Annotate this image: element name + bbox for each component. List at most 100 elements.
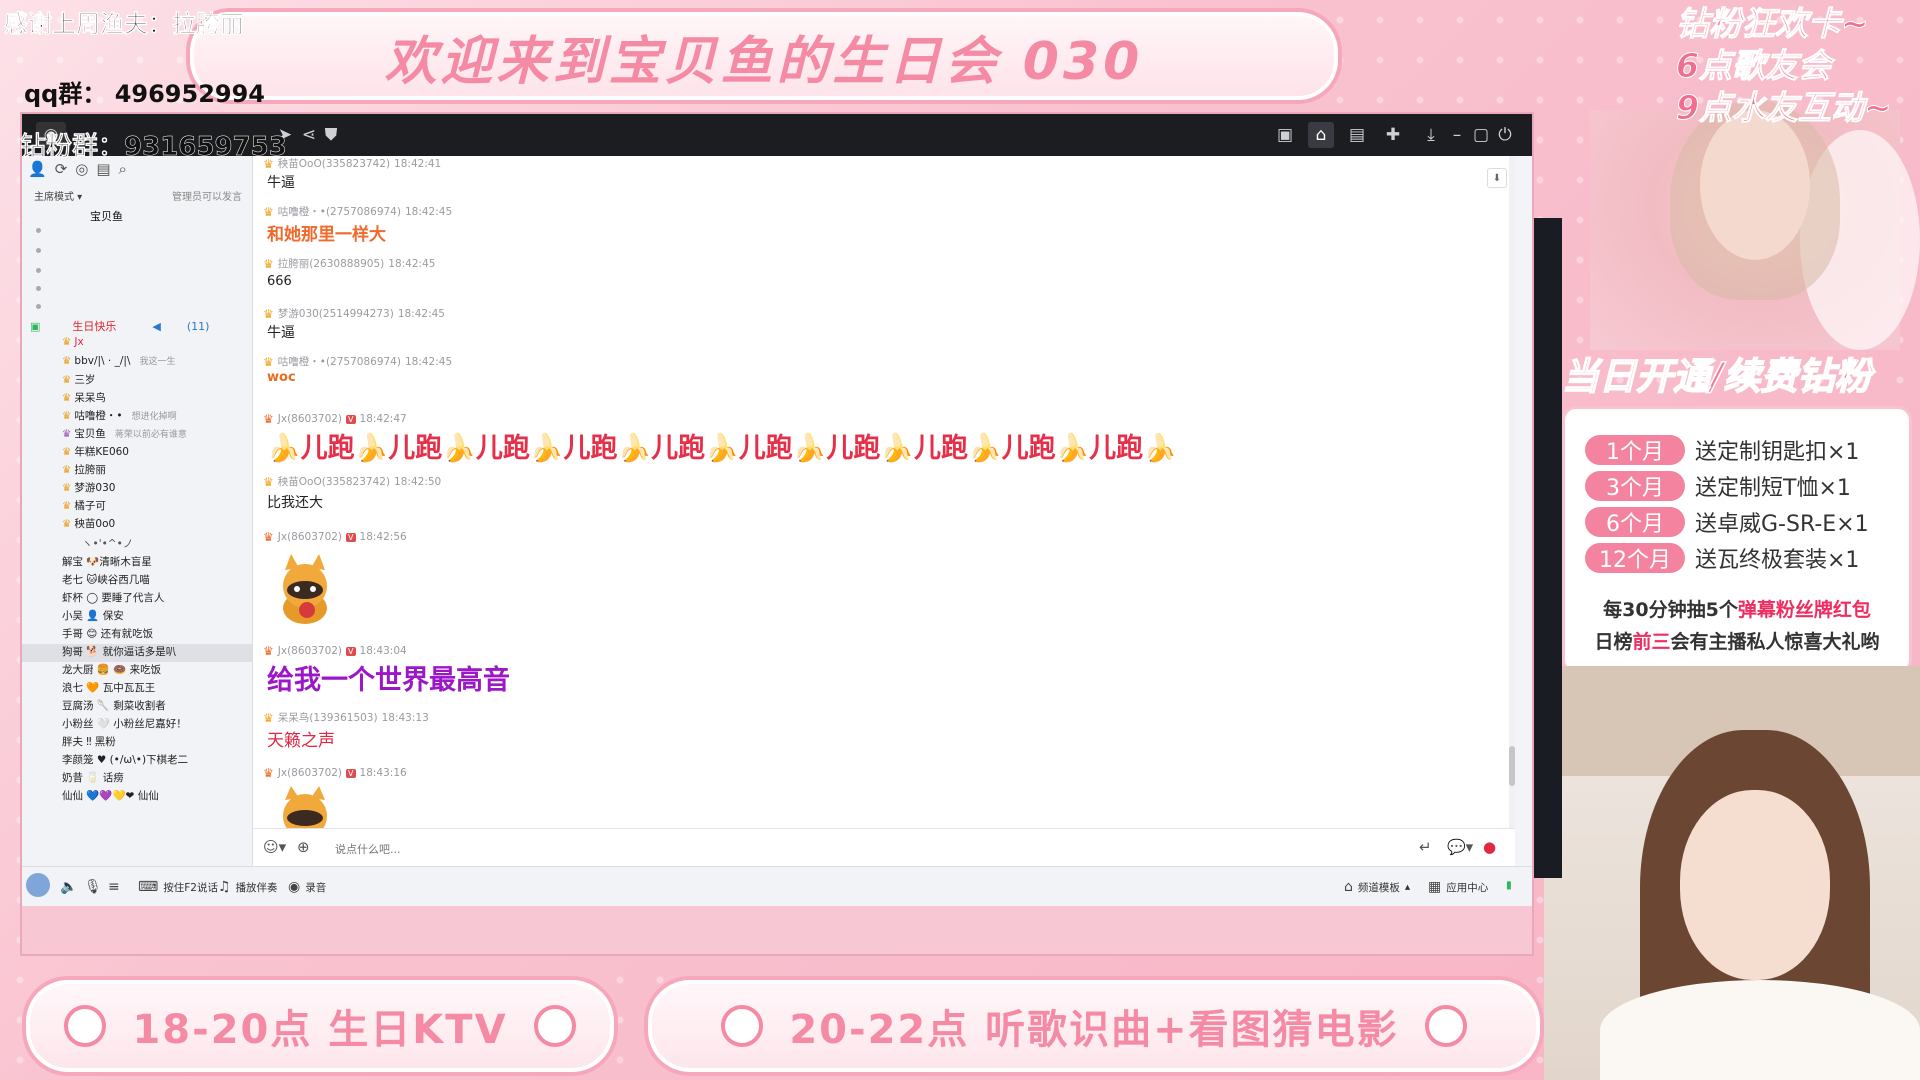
message-user[interactable]: Jx(8603702): [278, 645, 342, 657]
lobby-member[interactable]: 豆腐汤 🥄 剩菜收割者: [62, 698, 166, 713]
message-time: 18:42:50: [394, 475, 442, 488]
scroll-thumb[interactable]: [1509, 746, 1515, 786]
channel-user[interactable]: ♛ 拉胯丽: [62, 462, 106, 477]
download-icon[interactable]: ⤓: [1418, 122, 1444, 148]
shield-icon[interactable]: ⛊: [318, 122, 344, 148]
video-icon[interactable]: ▣: [1272, 122, 1298, 148]
lobby-member[interactable]: 仙仙 💙💜💛❤ 仙仙: [62, 788, 159, 803]
channel-user[interactable]: ♛ 秧苗0o0: [62, 516, 115, 531]
channel-user[interactable]: ♛ Jx: [62, 336, 84, 348]
crown-icon: ♛: [62, 354, 72, 367]
reward-text: 送卓威G-SR-E×1: [1695, 512, 1869, 537]
channel-user[interactable]: ♛ 橘子可: [62, 498, 106, 513]
lobby-member[interactable]: 狗哥 🐕 就你逼话多是叭: [62, 644, 176, 659]
apps-icon: ▦: [1428, 879, 1442, 895]
speak-permission-text: 管理员可以发言: [172, 192, 242, 203]
send-icon[interactable]: ↵: [1419, 838, 1432, 856]
channel-user[interactable]: ♛ 呆呆鸟: [62, 390, 106, 405]
host-name[interactable]: 宝贝鱼: [90, 208, 123, 224]
lobby-member[interactable]: 老七 🐱峡谷西几喵: [62, 572, 150, 587]
message-time: 18:42:45: [404, 205, 453, 218]
message-user[interactable]: 咕噜橙・•(2757086974): [278, 204, 401, 219]
home-icon[interactable]: ⌂: [1308, 122, 1334, 148]
scroll-to-bottom-button[interactable]: ⬇: [1487, 168, 1507, 188]
message-user[interactable]: Jx(8603702): [278, 531, 342, 543]
channel-user[interactable]: ♛ 年糕KE060: [62, 444, 129, 459]
chat-scrollbar[interactable]: [1509, 156, 1515, 828]
seat-dot: [36, 268, 41, 273]
channel-name: 生日快乐: [72, 320, 117, 333]
lobby-member[interactable]: 奶昔 🥛 话痨: [62, 770, 124, 785]
message-user[interactable]: 咕噜橙・•(2757086974): [278, 354, 401, 369]
lobby-member[interactable]: 浪七 🧡 瓦中瓦瓦王: [62, 680, 155, 695]
avatar[interactable]: [26, 873, 50, 897]
power-icon[interactable]: ⏻: [1492, 122, 1518, 148]
push-to-talk-label: 按住F2说话: [163, 881, 218, 894]
lobby-member[interactable]: 手哥 😊 还有就吃饭: [62, 626, 153, 641]
chairman-mode-select[interactable]: 主席模式 ▾: [34, 188, 82, 203]
lobby-member[interactable]: 解宝 🐶清晰木盲星: [62, 554, 152, 569]
crown-icon: ♛: [62, 336, 72, 348]
emoji-icon[interactable]: ☺▾: [263, 838, 286, 856]
minimize-icon[interactable]: –: [1444, 122, 1470, 148]
chat-options-icon[interactable]: 💬▾: [1447, 838, 1473, 856]
channel-birthday[interactable]: ▣ 生日快乐 ◀ (11): [30, 318, 209, 334]
message-meta: ♛ 拉胯丽(2630888905) 18:42:45: [263, 256, 435, 271]
message-text: 牛逼: [267, 175, 295, 191]
lobby-member[interactable]: 龙大厨 🍔 🍩 来吃饭: [62, 662, 161, 677]
lobby-member[interactable]: 李颜笼 ♥ (•/ω\•)下棋老二: [62, 752, 188, 767]
user-name: 咕噜橙・•: [74, 410, 123, 422]
crown-icon: ♛: [263, 530, 274, 544]
user-name: bbv/|\ · _/|\: [74, 354, 131, 367]
user-name: 拉胯丽: [74, 464, 106, 476]
image-icon[interactable]: ⊕: [297, 838, 310, 856]
crown-icon: ♛: [263, 256, 274, 271]
lobby-member[interactable]: 虾杯 ◯ 要睡了代言人: [62, 590, 164, 605]
seat-dot: [36, 286, 41, 291]
gamepad-icon[interactable]: ✚: [1380, 122, 1406, 148]
diamond-group-caption: 钻粉群：931659753: [20, 132, 287, 163]
crown-icon: ♛: [263, 204, 274, 219]
message-user[interactable]: 梦游030(2514994273): [278, 306, 394, 321]
channel-user[interactable]: ♛ 梦游030: [62, 480, 115, 495]
gift-icon[interactable]: ●: [1483, 838, 1496, 856]
message-text: 🍌儿跑🍌儿跑🍌儿跑🍌儿跑🍌儿跑🍌儿跑🍌儿跑🍌儿跑🍌儿跑🍌儿跑🍌: [267, 433, 1177, 464]
volume-icon[interactable]: 🔈: [60, 879, 77, 895]
qq-group-caption: qq群： 496952994: [24, 80, 266, 108]
webcam-streamer-face: [1680, 790, 1830, 980]
accompaniment-button[interactable]: ♫ 播放伴奏: [218, 879, 278, 895]
channel-user[interactable]: ♛ 咕噜橙・• 想进化掉啊: [62, 408, 177, 423]
channel-user[interactable]: ♛ 宝贝鱼 蒋荣以前必有谁意: [62, 426, 187, 441]
lobby-member[interactable]: 小吴 👤 保安: [62, 608, 124, 623]
message-user[interactable]: 拉胯丽(2630888905): [278, 256, 385, 271]
message-user[interactable]: Jx(8603702): [278, 413, 342, 425]
promo-line-1: 钻粉狂欢卡~: [1676, 4, 1870, 44]
channel-user[interactable]: ♛ bbv/|\ · _/|\ 我这一生: [62, 354, 175, 368]
promo-line-2: 6点歌友会: [1676, 46, 1832, 86]
raccoon-sticker[interactable]: [267, 552, 343, 628]
raccoon-sticker[interactable]: [267, 786, 343, 828]
message-user[interactable]: 呆呆鸟(139361503): [278, 710, 378, 725]
microphone-icon[interactable]: 🎙: [84, 879, 102, 895]
channel-user[interactable]: ♛ 三岁: [62, 372, 95, 387]
message-user[interactable]: Jx(8603702): [278, 767, 342, 779]
app-center-button[interactable]: ▦ 应用中心: [1428, 879, 1488, 895]
message-time: 18:42:45: [397, 307, 445, 320]
message-user[interactable]: 秧苗OoO(335823742): [278, 156, 390, 171]
maximize-icon[interactable]: ▢: [1468, 122, 1494, 148]
record-button[interactable]: ◉ 录音: [288, 879, 326, 895]
crown-icon: ♛: [62, 463, 72, 476]
message-user[interactable]: 秧苗OoO(335823742): [278, 474, 390, 489]
equalizer-icon[interactable]: ≡: [108, 879, 120, 895]
reward-row: 3个月 送定制短T恤×1: [1585, 471, 1851, 501]
grid-icon[interactable]: ▤: [1344, 122, 1370, 148]
channel-template-button[interactable]: ⌂ 频道模板 ▴: [1344, 879, 1410, 895]
lobby-title[interactable]: ヽ•'•^•ノ: [82, 536, 133, 551]
push-to-talk-button[interactable]: ⌨ 按住F2说话: [138, 879, 218, 895]
message-meta: ♛ 呆呆鸟(139361503) 18:43:13: [263, 710, 429, 725]
message-input[interactable]: [333, 837, 1237, 861]
lobby-member[interactable]: 胖夫 ‼ 黑粉: [62, 734, 116, 749]
title-banner: 欢迎来到宝贝鱼的生日会 030: [190, 12, 1338, 100]
lobby-member[interactable]: 小粉丝 🤍 小粉丝尼嘉好！: [62, 716, 187, 731]
schedule-left-banner: 18-20点 生日KTV: [26, 980, 614, 1072]
